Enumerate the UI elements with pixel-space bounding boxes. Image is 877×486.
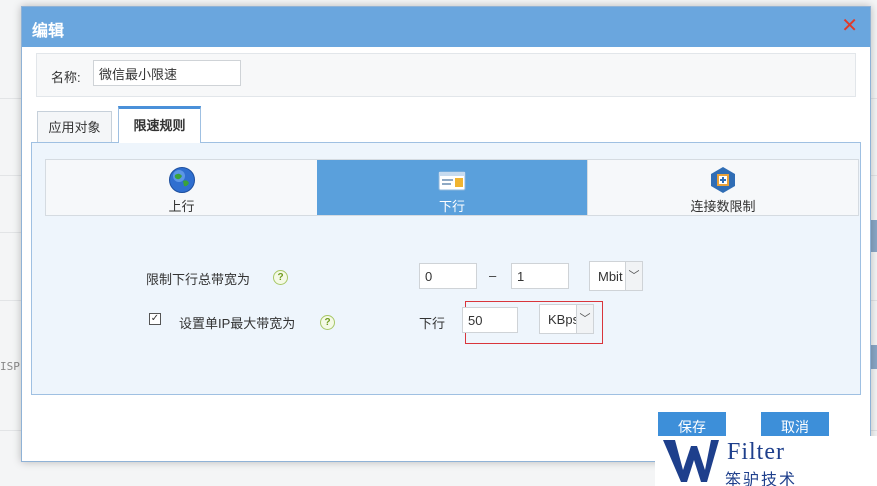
tab-rate-limit-rules[interactable]: 限速规则 [118,106,201,143]
total-bandwidth-unit-select[interactable]: Mbit ﹀ [589,261,643,291]
background-scroll-marker [871,345,877,369]
per-ip-label: 设置单IP最大带宽为 [179,316,296,331]
watermark-chinese: 笨驴技术 [725,470,798,486]
per-ip-help-icon[interactable]: ? [320,315,335,330]
globe-icon [168,167,195,193]
name-label: 名称: [51,70,81,85]
subtab-upstream-label: 上行 [168,199,195,214]
dialog-header: 编辑 ✕ [22,7,870,47]
subtab-downstream[interactable]: 下行 [317,160,587,215]
edit-dialog: 编辑 ✕ 名称: 应用对象 限速规则 上行 [21,6,871,462]
name-input[interactable] [93,60,241,86]
total-bandwidth-max-input[interactable] [511,263,569,289]
subtab-connection-limit[interactable]: 连接数限制 [587,160,858,215]
name-panel: 名称: [36,53,856,97]
range-separator: – [489,268,497,283]
watermark-english: Filter [727,439,785,465]
per-ip-unit-select[interactable]: KBps ﹀ [539,304,594,334]
subtab-downstream-label: 下行 [438,199,465,214]
per-ip-checkbox[interactable]: ✓ [149,313,161,325]
total-bandwidth-min-input[interactable] [419,263,477,289]
background-scroll-marker [871,220,877,252]
direction-subtabs: 上行 下行 连接数限制 [45,159,859,216]
watermark-w-icon [663,440,719,482]
total-bandwidth-help-icon[interactable]: ? [273,270,288,285]
watermark-logo: Filter 笨驴技术 [655,436,877,486]
connection-limit-icon [711,167,735,193]
close-icon[interactable]: ✕ [841,16,858,36]
per-ip-unit-value: KBps [548,312,580,327]
total-bandwidth-label: 限制下行总带宽为 [146,272,251,287]
per-ip-bandwidth-input[interactable] [462,307,518,333]
subtab-upstream[interactable]: 上行 [46,160,317,215]
per-ip-direction-label: 下行 [419,316,446,331]
tab-apply-object[interactable]: 应用对象 [37,111,112,143]
download-card-icon [438,171,466,191]
subtab-connection-limit-label: 连接数限制 [690,199,756,214]
dialog-title: 编辑 [32,23,65,40]
chevron-down-icon: ﹀ [625,262,642,290]
total-bandwidth-unit-value: Mbit [598,269,623,284]
background-isp-text: ISP [0,360,20,373]
chevron-down-icon: ﹀ [576,305,593,333]
